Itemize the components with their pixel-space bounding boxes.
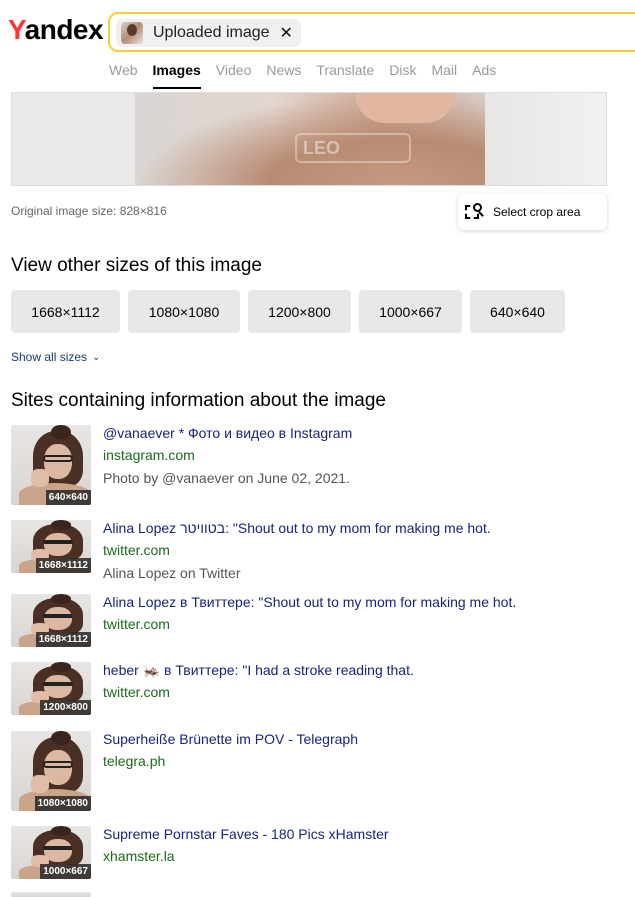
nav-news[interactable]: News — [266, 62, 301, 90]
result-thumbnail[interactable]: 1668×1112 — [11, 594, 91, 647]
list-item: 1080×1080 Superheiße Brünette im POV - T… — [11, 731, 631, 811]
result-thumbnail[interactable]: 1668×1112 — [11, 520, 91, 573]
size-badge: 1668×1112 — [35, 632, 91, 647]
list-item — [11, 892, 631, 897]
show-all-sizes-link[interactable]: Show all sizes ⌄ — [11, 350, 100, 364]
list-item: 1000×667 Supreme Pornstar Faves - 180 Pi… — [11, 826, 631, 879]
show-all-label: Show all sizes — [11, 350, 88, 364]
result-title-link[interactable]: Alina Lopez в Твиттере: "Shout out to my… — [103, 594, 516, 610]
chip-label: Uploaded image — [153, 24, 270, 41]
result-domain-link[interactable]: xhamster.la — [103, 848, 175, 864]
sizes-heading: View other sizes of this image — [11, 255, 262, 276]
logo-rest: andex — [24, 14, 104, 45]
size-button[interactable]: 1000×667 — [359, 290, 462, 333]
list-item: 1668×1112 Alina Lopez בטוויטר: "Shout ou… — [11, 520, 631, 581]
result-title-link[interactable]: Supreme Pornstar Faves - 180 Pics xHamst… — [103, 826, 389, 842]
result-thumbnail[interactable]: 640×640 — [11, 425, 91, 505]
search-nav: Web Images Video News Translate Disk Mai… — [109, 62, 511, 90]
result-domain-link[interactable]: twitter.com — [103, 542, 170, 558]
select-crop-area-button[interactable]: Select crop area — [458, 194, 607, 230]
nav-web[interactable]: Web — [109, 62, 138, 90]
sizes-list: 1668×1112 1080×1080 1200×800 1000×667 64… — [11, 290, 573, 333]
crop-search-icon — [465, 203, 485, 221]
result-title-link[interactable]: heber 🦗 в Твиттере: "I had a stroke read… — [103, 662, 414, 679]
watermark: LEO — [295, 133, 411, 163]
sites-heading: Sites containing information about the i… — [11, 390, 386, 411]
size-badge: 1668×1112 — [35, 558, 91, 573]
uploaded-image-thumbnail — [121, 22, 143, 44]
crop-button-label: Select crop area — [493, 205, 581, 219]
size-badge: 1200×800 — [40, 700, 91, 715]
size-badge: 1080×1080 — [34, 796, 91, 811]
yandex-logo[interactable]: Yandex — [8, 14, 104, 46]
result-domain-link[interactable]: instagram.com — [103, 447, 195, 463]
search-bar[interactable]: Uploaded image ✕ — [108, 12, 635, 52]
result-title-link[interactable]: Alina Lopez בטוויטר: "Shout out to my mo… — [103, 520, 491, 536]
size-button[interactable]: 1200×800 — [248, 290, 351, 333]
result-thumbnail[interactable]: 1000×667 — [11, 826, 91, 879]
original-image-size: Original image size: 828×816 — [11, 204, 167, 218]
result-description: Alina Lopez on Twitter — [103, 565, 241, 581]
nav-translate[interactable]: Translate — [316, 62, 374, 90]
result-thumbnail[interactable] — [11, 892, 91, 897]
result-thumbnail[interactable]: 1200×800 — [11, 662, 91, 715]
query-image-preview[interactable]: LEO — [11, 92, 607, 186]
uploaded-image-chip[interactable]: Uploaded image ✕ — [116, 19, 301, 47]
header: Yandex Uploaded image ✕ Web Images Video… — [0, 0, 635, 92]
chevron-down-icon: ⌄ — [92, 351, 101, 363]
result-domain-link[interactable]: telegra.ph — [103, 753, 165, 769]
size-badge: 640×640 — [45, 490, 91, 505]
result-description: Photo by @vanaever on June 02, 2021. — [103, 470, 350, 486]
result-title-link[interactable]: @vanaever * Фото и видео в Instagram — [103, 425, 352, 441]
preview-hand — [355, 93, 455, 123]
nav-mail[interactable]: Mail — [431, 62, 457, 90]
preview-photo: LEO — [135, 93, 485, 185]
size-badge: 1000×667 — [40, 864, 91, 879]
size-button[interactable]: 1668×1112 — [11, 290, 120, 333]
nav-disk[interactable]: Disk — [389, 62, 416, 90]
list-item: 1200×800 heber 🦗 в Твиттере: "I had a st… — [11, 662, 631, 715]
close-icon[interactable]: ✕ — [280, 23, 293, 43]
preview-side — [485, 93, 606, 185]
nav-ads[interactable]: Ads — [472, 62, 496, 90]
size-button[interactable]: 640×640 — [470, 290, 565, 333]
logo-initial: Y — [8, 14, 25, 45]
result-thumbnail[interactable]: 1080×1080 — [11, 731, 91, 811]
result-domain-link[interactable]: twitter.com — [103, 684, 170, 700]
nav-images[interactable]: Images — [152, 62, 202, 90]
nav-video[interactable]: Video — [216, 62, 252, 90]
list-item: 1668×1112 Alina Lopez в Твиттере: "Shout… — [11, 594, 631, 647]
size-button[interactable]: 1080×1080 — [128, 290, 240, 333]
result-domain-link[interactable]: twitter.com — [103, 616, 170, 632]
list-item: 640×640 @vanaever * Фото и видео в Insta… — [11, 425, 631, 505]
result-title-link[interactable]: Superheiße Brünette im POV - Telegraph — [103, 731, 358, 747]
